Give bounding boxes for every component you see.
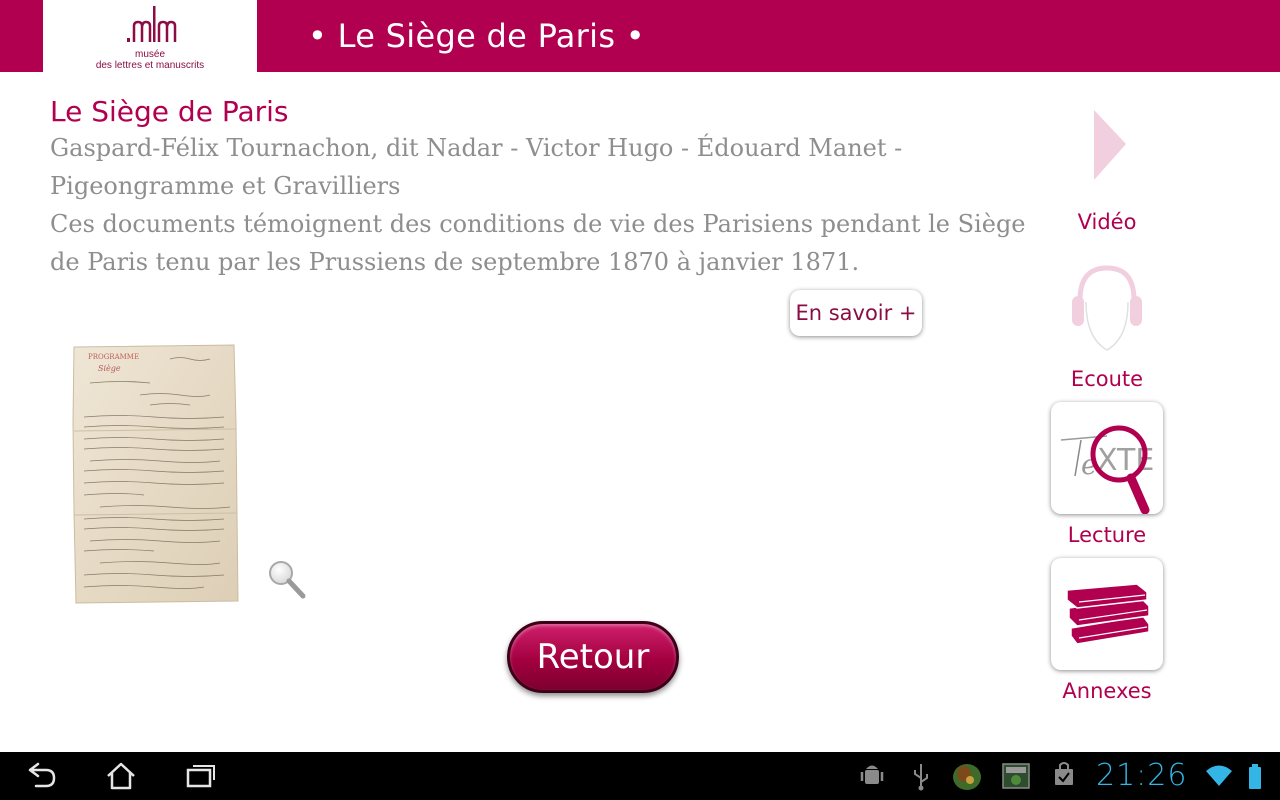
annexes-label: Annexes — [1062, 679, 1152, 703]
battery-icon[interactable] — [1244, 752, 1266, 800]
system-navigation-bar — [0, 752, 1280, 800]
svg-text:PROGRAMME: PROGRAMME — [88, 353, 139, 361]
back-icon[interactable] — [22, 752, 58, 800]
page-title: • Le Siège de Paris • — [308, 17, 645, 55]
back-button[interactable]: Retour — [507, 621, 679, 693]
logo-text-line2: des lettres et manuscrits — [95, 60, 205, 71]
read-card: e XTE — [1051, 402, 1163, 515]
manuscript-thumbnail[interactable]: PROGRAMME Siège — [70, 343, 240, 605]
app-header: musée des lettres et manuscrits • Le Siè… — [0, 0, 1280, 72]
svg-text:Siège: Siège — [98, 364, 121, 373]
android-debug-icon[interactable] — [860, 752, 884, 800]
document-title: Le Siège de Paris — [50, 95, 289, 128]
video-label: Vidéo — [1077, 210, 1137, 234]
recent-apps-icon[interactable] — [184, 752, 218, 800]
app-notification-icon[interactable] — [950, 752, 984, 800]
screenshot-icon[interactable] — [1000, 752, 1032, 800]
text-magnifier-icon: e XTE — [1060, 425, 1154, 515]
read-label: Lecture — [1067, 523, 1147, 547]
status-clock: 21:26 — [1096, 758, 1188, 793]
wifi-icon[interactable] — [1204, 752, 1234, 800]
museum-logo[interactable]: musée des lettres et manuscrits — [43, 0, 257, 72]
logo-mark-icon — [127, 6, 177, 42]
document-authors-line1: Gaspard-Félix Tournachon, dit Nadar - Vi… — [50, 134, 903, 162]
books-icon — [1066, 583, 1150, 645]
document-description-line2: de Paris tenu par les Prussiens de septe… — [50, 248, 860, 276]
home-icon[interactable] — [104, 752, 138, 800]
play-icon — [1094, 110, 1126, 180]
logo-text-line1: musée — [134, 49, 165, 60]
headphones-icon — [1072, 265, 1142, 351]
video-button[interactable]: Vidéo — [1040, 104, 1174, 238]
read-button[interactable]: e XTE Lecture — [1040, 402, 1174, 550]
listen-label: Ecoute — [1070, 367, 1144, 391]
annexes-card — [1051, 558, 1163, 670]
usb-icon[interactable] — [910, 752, 932, 800]
listen-button[interactable]: Ecoute — [1040, 258, 1174, 394]
annexes-button[interactable]: Annexes — [1040, 558, 1174, 706]
magnifier-icon[interactable] — [265, 558, 307, 600]
store-icon[interactable] — [1052, 752, 1076, 800]
document-description-line1: Ces documents témoignent des conditions … — [50, 210, 1026, 238]
document-authors-line2: Pigeongramme et Gravilliers — [50, 172, 401, 200]
learn-more-button[interactable]: En savoir + — [790, 290, 922, 336]
